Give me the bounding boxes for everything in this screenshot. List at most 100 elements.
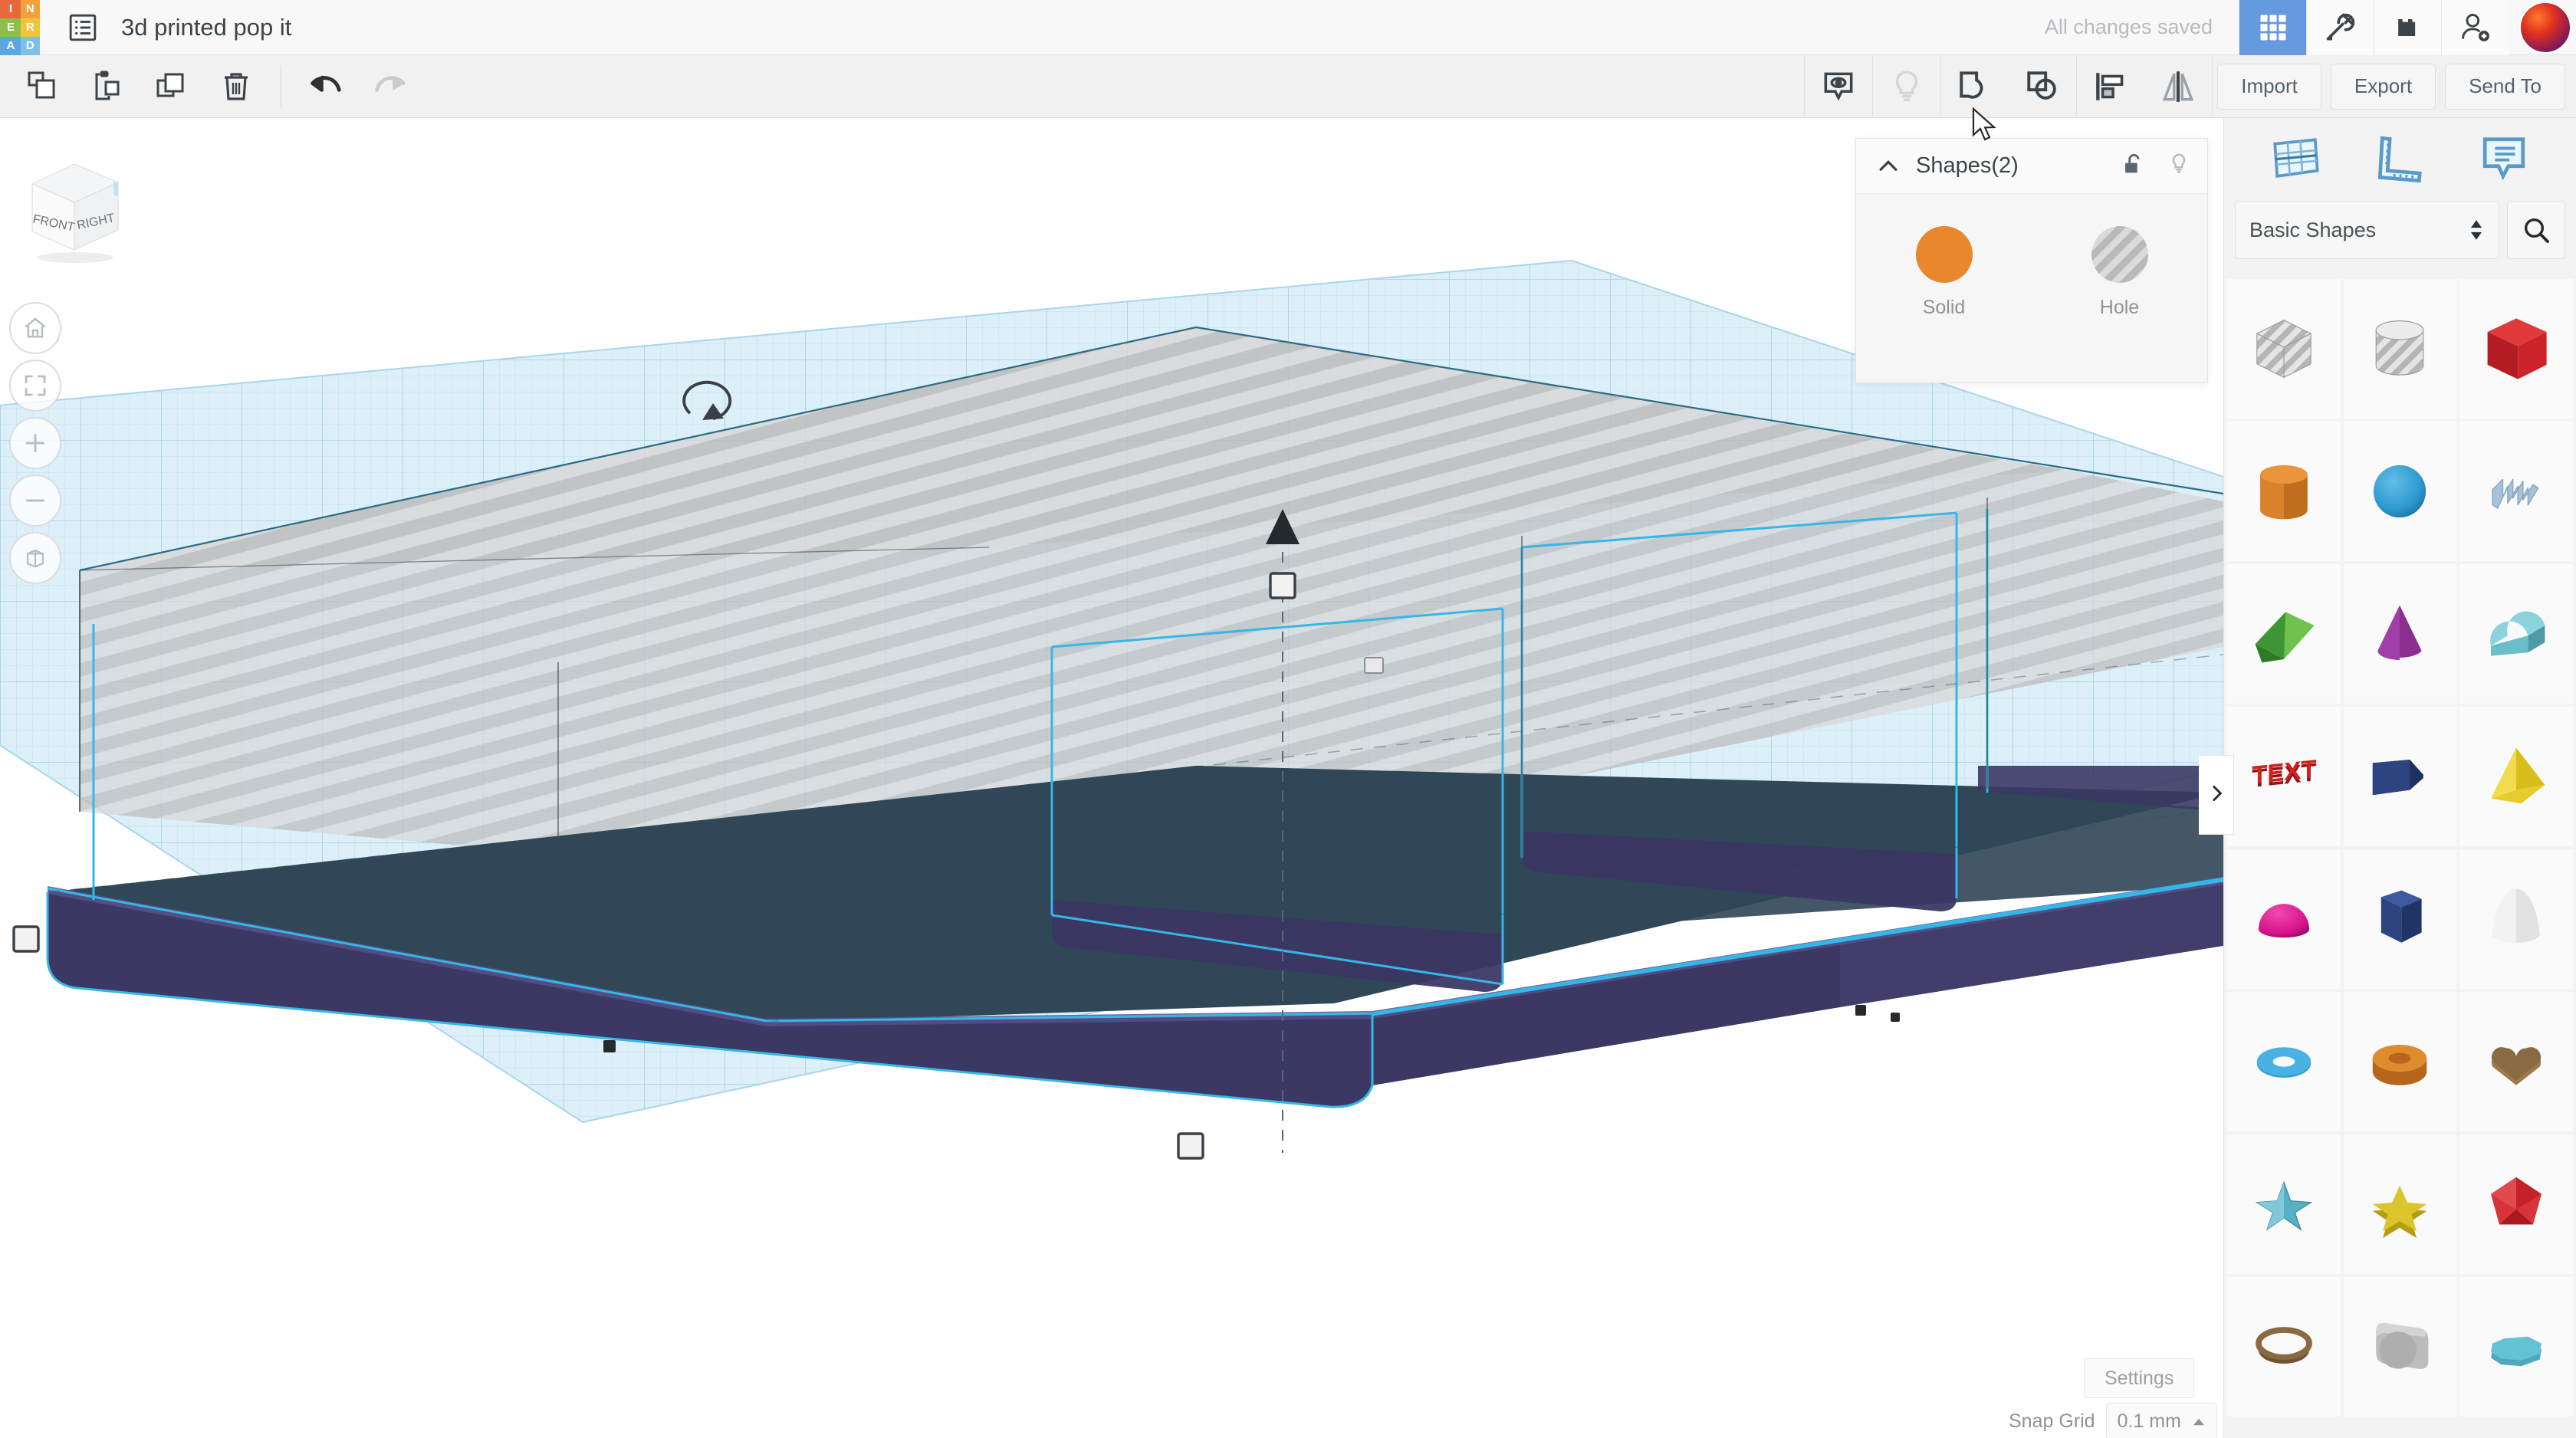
ortho-perspective-button[interactable] <box>9 532 61 584</box>
shapes-popover-title: Shapes(2) <box>1916 153 2019 179</box>
shape-cylinder[interactable] <box>2227 422 2341 561</box>
shapes-sidebar: Basic Shapes <box>2223 118 2576 1438</box>
shape-cone[interactable] <box>2344 564 2457 704</box>
shape-round-roof[interactable] <box>2459 564 2573 704</box>
note-button[interactable] <box>1805 55 1872 118</box>
logo-letter: E <box>1 18 20 37</box>
shape-heart[interactable] <box>2459 992 2573 1131</box>
shape-category-select[interactable]: Basic Shapes <box>2235 201 2499 259</box>
send-to-button[interactable]: Send To <box>2445 64 2565 110</box>
align-button[interactable] <box>2077 55 2144 118</box>
tab-note[interactable] <box>2462 125 2546 194</box>
logo-letter: A <box>1 37 20 55</box>
caret-up-icon <box>2192 1410 2206 1433</box>
top-bar-right: All changes saved <box>2045 0 2576 55</box>
hole-pattern-circle <box>2091 226 2148 283</box>
list-menu-icon[interactable] <box>61 6 104 49</box>
view-cube[interactable]: FRONT RIGHT <box>17 156 132 264</box>
duplicate-button[interactable] <box>140 55 204 118</box>
shape-category-value: Basic Shapes <box>2249 218 2376 242</box>
shape-polygon[interactable] <box>2344 849 2457 989</box>
fit-view-button[interactable] <box>9 360 61 412</box>
export-button[interactable]: Export <box>2331 64 2436 110</box>
shape-scribble[interactable] <box>2459 422 2573 561</box>
shapes-popover[interactable]: Shapes(2) Solid <box>1855 138 2208 383</box>
scale-handle <box>14 927 38 951</box>
tab-ruler[interactable] <box>2358 125 2442 194</box>
paste-button[interactable] <box>75 55 140 118</box>
shape-polyhedron[interactable] <box>2459 1134 2573 1274</box>
scale-handle <box>1270 573 1295 598</box>
shape-half-sphere[interactable] <box>2227 849 2341 989</box>
solid-label: Solid <box>1923 297 1966 319</box>
shape-pyramid[interactable] <box>2459 707 2573 846</box>
light-button[interactable] <box>1873 55 1940 118</box>
unlock-icon[interactable] <box>2120 151 2146 181</box>
scale-handle <box>1855 1005 1866 1016</box>
lightbulb-icon[interactable] <box>2166 151 2192 181</box>
user-avatar[interactable] <box>2519 2 2571 54</box>
hole-label: Hole <box>2100 297 2139 319</box>
shape-cylinder-hole[interactable] <box>2344 279 2457 419</box>
action-toolbar: Import Export Send To <box>0 55 2576 118</box>
scale-handle <box>1891 1013 1900 1022</box>
tinkercad-app: TINKERCAD 3d printed pop it All changes … <box>0 0 2576 1438</box>
sidebar-tabs <box>2224 118 2576 201</box>
codeblocks-button[interactable] <box>2306 0 2374 55</box>
shape-extrusion[interactable] <box>2344 707 2457 846</box>
snap-grid-label: Snap Grid <box>2009 1410 2095 1433</box>
shape-sphere[interactable] <box>2344 422 2457 561</box>
zoom-in-button[interactable] <box>9 417 61 469</box>
solid-swatch-button[interactable]: Solid <box>1856 226 2032 319</box>
tinkercad-logo[interactable]: TINKERCAD <box>0 0 40 55</box>
snap-grid-value: 0.1 mm <box>2118 1410 2181 1433</box>
shape-roof[interactable] <box>2227 564 2341 704</box>
zoom-out-button[interactable] <box>9 474 61 527</box>
redo-button[interactable] <box>358 55 422 118</box>
blocks-button[interactable] <box>2374 0 2441 55</box>
import-button[interactable]: Import <box>2217 64 2321 110</box>
project-title[interactable]: 3d printed pop it <box>121 14 291 41</box>
undo-button[interactable] <box>294 55 358 118</box>
panel-collapse-button[interactable] <box>2199 755 2234 835</box>
logo-letter: N <box>21 0 40 18</box>
shape-library-grid: TEXT TEXT <box>2224 279 2576 1417</box>
shapes-popover-body: Solid Hole <box>1856 194 2207 319</box>
hole-swatch-button[interactable]: Hole <box>2032 226 2207 319</box>
mirror-button[interactable] <box>2144 55 2212 118</box>
ungroup-button[interactable] <box>2009 55 2076 118</box>
shape-text[interactable]: TEXT TEXT <box>2227 707 2341 846</box>
shape-box-hole[interactable] <box>2227 279 2341 419</box>
top-bar: TINKERCAD 3d printed pop it All changes … <box>0 0 2576 55</box>
solid-color-circle <box>1916 226 1973 283</box>
chevron-updown-icon <box>2468 217 2485 243</box>
chevron-right-icon <box>2206 780 2226 810</box>
save-status-text: All changes saved <box>2045 15 2213 39</box>
shape-ring[interactable] <box>2227 1277 2341 1417</box>
toolbar-right-group: Import Export Send To <box>1804 55 2576 118</box>
grid-view-button[interactable] <box>2239 0 2306 55</box>
search-icon[interactable] <box>2507 201 2565 259</box>
snap-grid-select[interactable]: 0.1 mm <box>2106 1403 2217 1438</box>
scale-handle <box>1178 1134 1203 1158</box>
shapes-popover-header: Shapes(2) <box>1856 139 2207 194</box>
tab-workplane[interactable] <box>2254 125 2338 194</box>
home-view-button[interactable] <box>9 302 61 354</box>
settings-button[interactable]: Settings <box>2084 1358 2194 1398</box>
shape-box[interactable] <box>2459 279 2573 419</box>
chevron-up-icon[interactable] <box>1871 153 1905 179</box>
shapes-popover-actions <box>2120 151 2192 181</box>
shape-star-extruded[interactable] <box>2344 1134 2457 1274</box>
invite-button[interactable] <box>2441 0 2509 55</box>
shape-octagon[interactable] <box>2459 1277 2573 1417</box>
copy-button[interactable] <box>11 55 75 118</box>
shape-tube[interactable] <box>2344 992 2457 1131</box>
snap-grid-row: Snap Grid 0.1 mm <box>2009 1403 2217 1438</box>
shape-rounded-cube[interactable] <box>2344 1277 2457 1417</box>
group-button[interactable] <box>1941 55 2009 118</box>
shape-star-3d[interactable] <box>2227 1134 2341 1274</box>
logo-letter: I <box>1 0 20 18</box>
shape-torus[interactable] <box>2227 992 2341 1131</box>
delete-button[interactable] <box>204 55 268 118</box>
shape-paraboloid[interactable] <box>2459 849 2573 989</box>
